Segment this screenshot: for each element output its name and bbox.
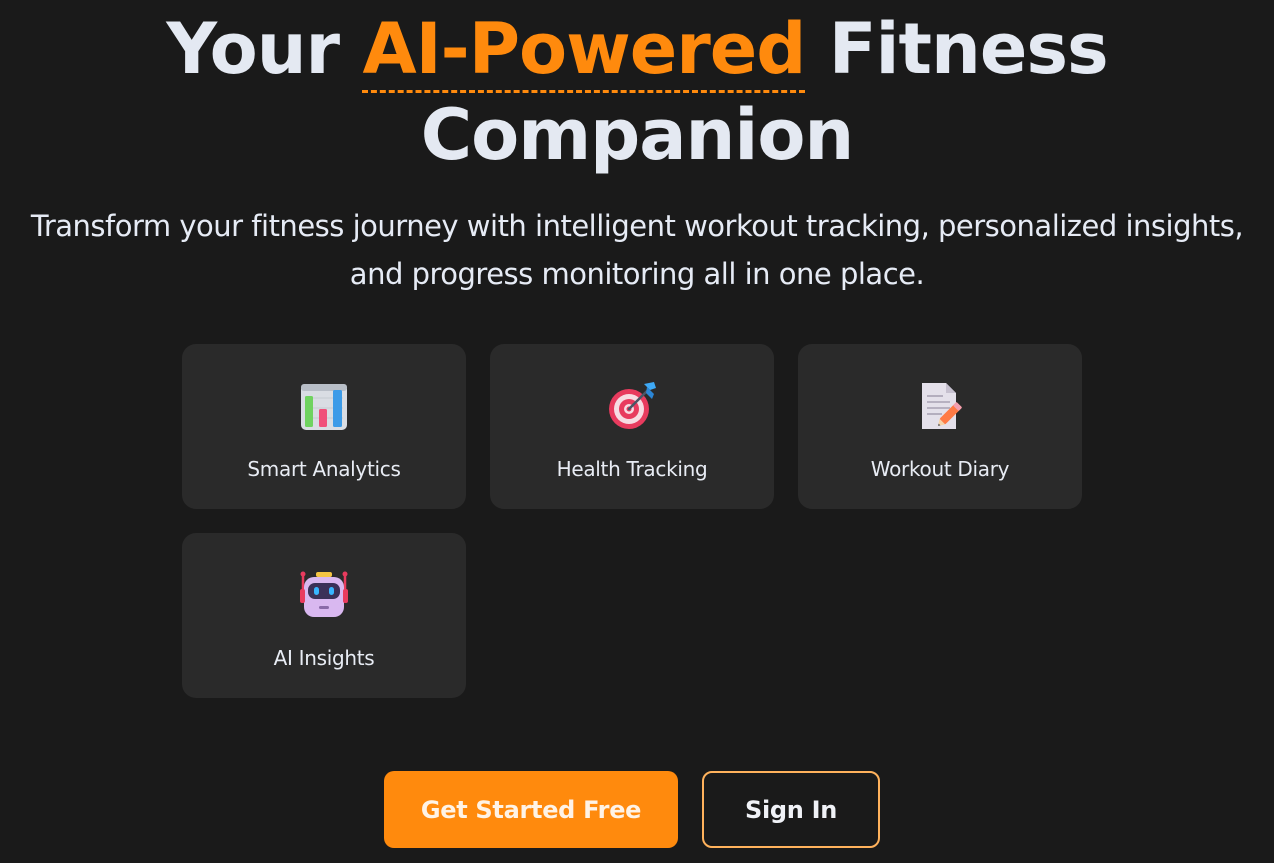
bar-chart-icon xyxy=(301,384,347,430)
sign-in-button[interactable]: Sign In xyxy=(702,771,880,848)
robot-icon xyxy=(300,571,348,617)
feature-card-workout-diary[interactable]: Workout Diary xyxy=(798,344,1082,509)
get-started-button[interactable]: Get Started Free xyxy=(384,771,678,848)
feature-card-label: AI Insights xyxy=(273,646,375,670)
feature-card-smart-analytics[interactable]: Smart Analytics xyxy=(182,344,466,509)
feature-card-ai-insights[interactable]: AI Insights xyxy=(182,533,466,698)
hero-subtitle: Transform your fitness journey with inte… xyxy=(30,209,1244,291)
hero-title-prefix: Your xyxy=(166,8,363,90)
hero-title-accent: AI-Powered xyxy=(362,8,806,93)
hero-title: Your AI-Powered Fitness Companion xyxy=(0,6,1274,178)
feature-card-health-tracking[interactable]: Health Tracking xyxy=(490,344,774,509)
notepad-icon xyxy=(922,383,962,429)
feature-card-label: Smart Analytics xyxy=(247,457,401,481)
feature-card-label: Health Tracking xyxy=(556,457,708,481)
feature-card-label: Workout Diary xyxy=(870,457,1010,481)
target-icon xyxy=(609,382,656,429)
